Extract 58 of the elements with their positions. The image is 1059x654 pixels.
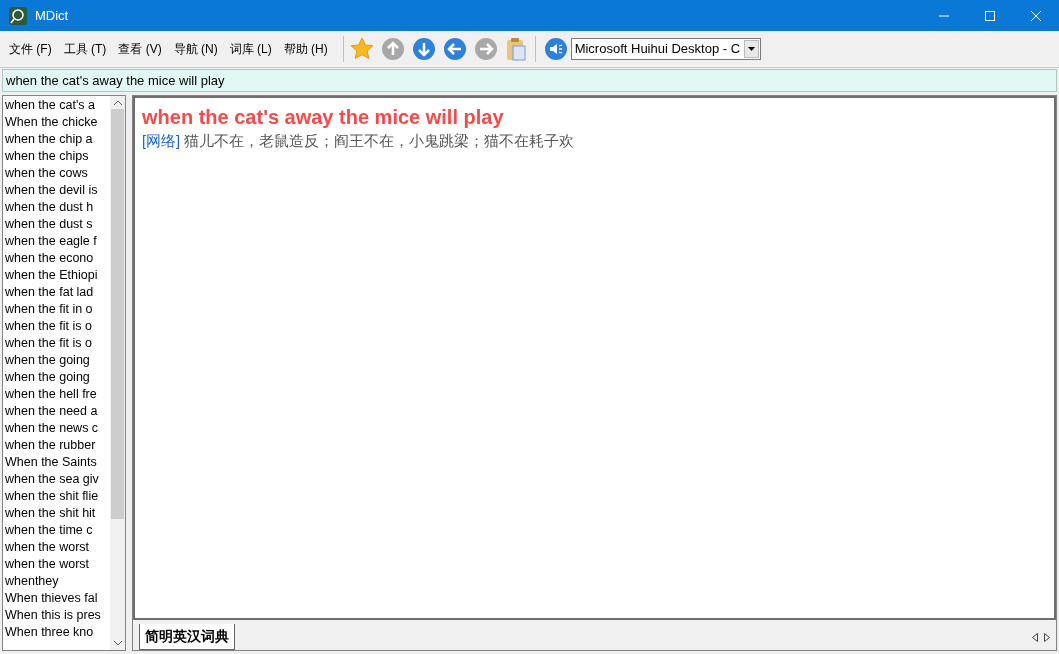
star-icon[interactable] [349, 37, 374, 61]
list-item[interactable]: when the eagle f [5, 233, 110, 250]
menu-item[interactable]: 帮助 (H) [277, 40, 334, 58]
list-item[interactable]: when the fit is o [5, 335, 110, 352]
list-item[interactable]: when the shit flie [5, 488, 110, 505]
list-item[interactable]: When the chicke [5, 114, 110, 131]
app-logo-icon [9, 6, 27, 25]
list-item[interactable]: when the Ethiopi [5, 267, 110, 284]
list-item[interactable]: when the fit in o [5, 301, 110, 318]
list-item[interactable]: when the fat lad [5, 284, 110, 301]
window-title: MDict [35, 6, 69, 25]
list-item[interactable]: when the dust h [5, 199, 110, 216]
menu-item[interactable]: 工具 (T) [57, 40, 113, 58]
scroll-up-icon[interactable] [113, 100, 122, 105]
scroll-down-icon[interactable] [113, 641, 122, 646]
list-item[interactable]: when the news c [5, 420, 110, 437]
list-item[interactable]: when the hell fre [5, 386, 110, 403]
tab-scroll-left-icon[interactable] [1032, 633, 1038, 642]
tab-scroll-right-icon[interactable] [1044, 633, 1050, 642]
list-item[interactable]: When this is pres [5, 607, 110, 624]
list-item[interactable]: when the chip a [5, 131, 110, 148]
search-field[interactable]: when the cat's away the mice will play [2, 69, 1057, 92]
list-item[interactable]: when the chips [5, 148, 110, 165]
list-item[interactable]: when the need a [5, 403, 110, 420]
scrollbar-thumb[interactable] [111, 109, 124, 519]
menu-item[interactable]: 导航 (N) [167, 40, 224, 58]
menu-item[interactable]: 词库 (L) [223, 40, 278, 58]
caret-icon [747, 47, 755, 51]
list-item[interactable]: when the cat's a [5, 97, 110, 114]
list-item[interactable]: When three kno [5, 624, 110, 641]
menu-item[interactable]: 查看 (V) [112, 40, 168, 58]
list-item[interactable]: when the time c [5, 522, 110, 539]
scrollbar[interactable] [110, 96, 125, 650]
list-item[interactable]: when the cows [5, 165, 110, 182]
maximize-icon [985, 10, 995, 21]
list-item[interactable]: when the shit hit [5, 505, 110, 522]
list-item[interactable]: When the Saints [5, 454, 110, 471]
source-tag: [网络] [142, 133, 181, 149]
list-item[interactable]: when the going [5, 369, 110, 386]
dictionary-tab[interactable]: 简明英汉词典 [139, 624, 235, 650]
list-item[interactable]: when the devil is [5, 182, 110, 199]
list-item[interactable]: when the econo [5, 250, 110, 267]
speaker-icon[interactable] [543, 37, 568, 61]
list-item[interactable]: when the worst [5, 539, 110, 556]
list-item[interactable]: when the dust s [5, 216, 110, 233]
clipboard-icon[interactable] [504, 37, 527, 61]
definition-text: 猫儿不在，老鼠造反；阎王不在，小鬼跳梁；猫不在耗子欢 [184, 133, 575, 149]
list-item[interactable]: when the fit is o [5, 318, 110, 335]
list-item[interactable]: whenthey [5, 573, 110, 590]
list-item[interactable]: when the going [5, 352, 110, 369]
list-item[interactable]: when the sea giv [5, 471, 110, 488]
headword: when the cat's away the mice will play [142, 105, 505, 130]
voice-dropdown[interactable]: Microsoft Huihui Desktop - C [570, 38, 761, 60]
list-item[interactable]: When thieves fal [5, 590, 110, 607]
close-icon [1031, 10, 1041, 21]
menu-item[interactable]: 文件 (F) [3, 40, 58, 58]
list-item[interactable]: when the rubber [5, 437, 110, 454]
list-item[interactable]: when the worst [5, 556, 110, 573]
